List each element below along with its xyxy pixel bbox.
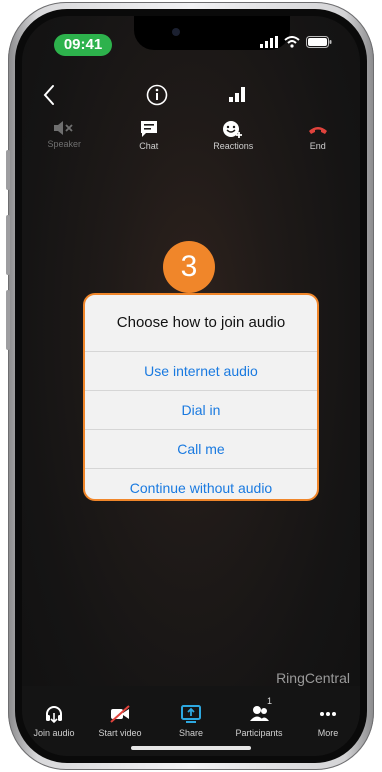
share-label: Share <box>178 728 204 738</box>
share-button[interactable]: Share <box>159 704 223 738</box>
battery-icon <box>306 36 332 48</box>
reactions-icon <box>223 121 243 138</box>
end-label: End <box>309 141 326 151</box>
more-dots-icon <box>320 712 336 716</box>
join-audio-dialog: Choose how to join audio Use internet au… <box>83 293 319 501</box>
share-screen-icon <box>181 705 201 723</box>
dialog-title: Choose how to join audio <box>116 314 286 331</box>
continue-without-audio-option[interactable]: Continue without audio <box>85 468 317 507</box>
meeting-controls: Speaker Chat Reactions End <box>22 120 360 166</box>
top-nav <box>22 80 360 120</box>
participants-count: 1 <box>267 696 273 706</box>
volume-up-button <box>6 215 10 275</box>
chat-label: Chat <box>139 141 159 151</box>
participants-label: Participants <box>235 728 283 738</box>
speaker-label: Speaker <box>47 139 82 149</box>
chat-button[interactable]: Chat <box>114 120 184 166</box>
participants-icon <box>250 706 269 721</box>
cellular-signal-icon <box>260 36 278 48</box>
back-chevron-icon[interactable] <box>42 84 56 106</box>
more-button[interactable]: More <box>296 704 360 738</box>
info-icon[interactable] <box>146 84 168 106</box>
speaker-muted-icon <box>54 121 73 135</box>
join-audio-button[interactable]: Join audio <box>22 704 86 738</box>
more-label: More <box>317 728 339 738</box>
end-call-icon <box>308 127 327 134</box>
home-indicator[interactable] <box>131 746 251 750</box>
speaker-button[interactable]: Speaker <box>29 120 99 166</box>
join-audio-label: Join audio <box>33 728 75 738</box>
headphones-icon <box>46 706 62 724</box>
video-off-icon <box>110 705 130 723</box>
call-me-option[interactable]: Call me <box>85 429 317 468</box>
wifi-icon <box>284 36 300 48</box>
end-button[interactable]: End <box>283 120 353 166</box>
step-number-badge: 3 <box>163 241 215 293</box>
status-icons <box>260 36 332 48</box>
mute-switch <box>6 150 10 190</box>
brand-logo: RingCentral <box>276 670 350 686</box>
status-time: 09:41 <box>54 34 112 56</box>
participants-button[interactable]: 1 Participants <box>227 696 291 738</box>
front-camera <box>172 28 180 36</box>
start-video-button[interactable]: Start video <box>88 704 152 738</box>
reactions-label: Reactions <box>213 141 254 151</box>
chat-icon <box>140 121 157 137</box>
use-internet-audio-option[interactable]: Use internet audio <box>85 351 317 390</box>
signal-strength-icon[interactable] <box>229 86 247 102</box>
dial-in-option[interactable]: Dial in <box>85 390 317 429</box>
volume-down-button <box>6 290 10 350</box>
start-video-label: Start video <box>98 728 142 738</box>
reactions-button[interactable]: Reactions <box>198 120 268 166</box>
